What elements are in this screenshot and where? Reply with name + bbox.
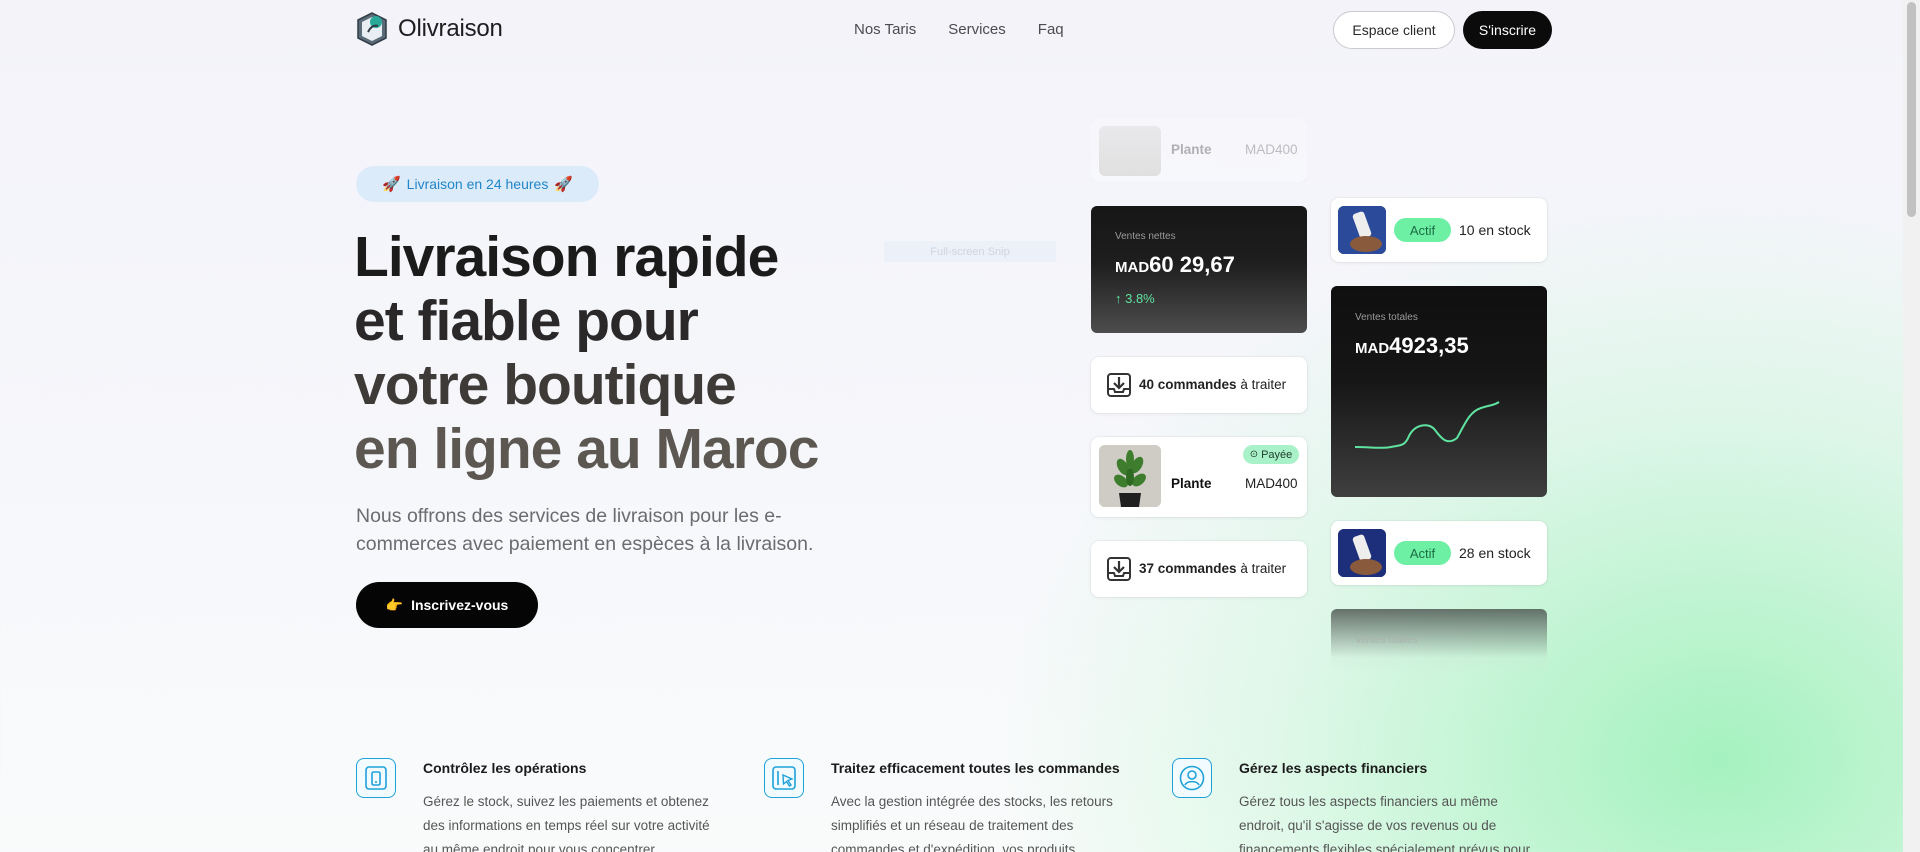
feature-description: Avec la gestion intégrée des stocks, les… — [831, 794, 1113, 852]
status-badge: Actif — [1394, 218, 1451, 242]
rocket-icon: 🚀 — [554, 176, 574, 193]
orders-count: 40 commandes — [1139, 377, 1237, 392]
hero-title-line: votre boutique — [354, 353, 737, 417]
cursor-click-icon — [764, 758, 804, 798]
orders-card[interactable]: 40 commandes à traiter — [1091, 357, 1307, 413]
orders-count: 37 commandes — [1139, 561, 1237, 576]
nav-link-tarifs[interactable]: Nos Taris — [854, 21, 916, 38]
pointing-hand-icon: 👉 — [385, 596, 404, 613]
net-sales-card: Ventes nettes MAD60 29,67 ↑ 3.8% — [1091, 206, 1307, 333]
user-circle-icon — [1172, 758, 1212, 798]
plant-image — [1099, 445, 1161, 507]
hero-title: Livraison rapide et fiable pour votre bo… — [354, 225, 874, 481]
total-sales-label: Ventes totales — [1355, 635, 1418, 646]
register-cta-button[interactable]: 👉 Inscrivez-vous — [356, 582, 538, 628]
client-area-button[interactable]: Espace client — [1333, 11, 1455, 49]
hero-title-line: et fiable pour — [354, 289, 699, 353]
stock-card[interactable]: Actif 10 en stock — [1331, 198, 1547, 262]
nav-link-services[interactable]: Services — [948, 21, 1006, 38]
stock-card[interactable]: Actif 28 en stock — [1331, 521, 1547, 585]
hero-title-line: Livraison rapide — [354, 225, 779, 289]
paid-product-card[interactable]: ⊙ Payée Plante MAD400 — [1091, 437, 1307, 517]
hero-subtitle: Nous offrons des services de livraison p… — [356, 505, 814, 555]
product-image — [1338, 206, 1386, 254]
product-price: MAD400 — [1245, 142, 1298, 157]
product-thumbnail — [1338, 206, 1386, 254]
check-circle-icon: ⊙ — [1249, 449, 1259, 460]
signup-button[interactable]: S'inscrire — [1463, 11, 1552, 49]
orders-card[interactable]: 37 commandes à traiter — [1091, 541, 1307, 597]
logo-icon — [357, 12, 387, 46]
scrollbar-thumb[interactable] — [1907, 2, 1916, 217]
net-sales-amount: MAD60 29,67 — [1115, 252, 1235, 278]
payment-status-badge: ⊙ Payée — [1243, 445, 1299, 464]
product-name: Plante — [1171, 476, 1212, 491]
faded-product-card: Plante MAD400 — [1091, 118, 1307, 182]
net-sales-change: ↑ 3.8% — [1115, 291, 1155, 306]
stock-count: 10 en stock — [1459, 222, 1531, 238]
orders-text: 40 commandes à traiter — [1139, 377, 1286, 392]
page-scrollbar[interactable] — [1903, 0, 1920, 852]
net-sales-label: Ventes nettes — [1115, 231, 1176, 242]
feature-description: Gérez tous les aspects financiers au mêm… — [1239, 794, 1531, 852]
orders-suffix: à traiter — [1240, 377, 1287, 392]
feature-title: Traitez efficacement toutes les commande… — [831, 760, 1120, 776]
total-sales-card: Ventes totales MAD4923,35 — [1331, 286, 1547, 497]
net-sales-value: 60 29,67 — [1149, 252, 1235, 277]
product-name: Plante — [1171, 142, 1212, 157]
feature-title: Gérez les aspects financiers — [1239, 760, 1428, 776]
product-thumbnail — [1338, 529, 1386, 577]
brand-logo[interactable]: Olivraison — [356, 12, 503, 46]
status-badge: Actif — [1394, 541, 1451, 565]
hero-title-line: en ligne au Maroc — [354, 417, 819, 481]
faded-total-sales-card: Ventes totales — [1331, 609, 1547, 674]
plant-thumbnail — [1099, 126, 1161, 176]
net-sales-currency: MAD — [1115, 259, 1150, 276]
badge-label: Livraison en 24 heures — [406, 176, 549, 192]
page: Olivraison Nos Taris Services Faq Espace… — [0, 0, 1903, 852]
product-price: MAD400 — [1245, 476, 1298, 491]
product-image — [1338, 529, 1386, 577]
main-nav: Nos Taris Services Faq — [854, 21, 1064, 38]
snip-overlay-label: Full-screen Snip — [884, 241, 1056, 262]
feature-title: Contrôlez les opérations — [423, 760, 587, 776]
delivery-badge: 🚀 Livraison en 24 heures 🚀 — [356, 166, 599, 202]
nav-link-faq[interactable]: Faq — [1038, 21, 1064, 38]
orders-suffix: à traiter — [1240, 561, 1287, 576]
sales-sparkline — [1354, 401, 1500, 449]
plant-thumbnail — [1099, 445, 1161, 507]
download-tray-icon — [1107, 557, 1131, 581]
rocket-icon: 🚀 — [381, 176, 401, 193]
download-tray-icon — [1107, 373, 1131, 397]
cta-label: Inscrivez-vous — [411, 597, 509, 613]
payment-status-label: Payée — [1261, 448, 1293, 461]
tablet-icon — [356, 758, 396, 798]
stock-count: 28 en stock — [1459, 545, 1531, 561]
feature-description: Gérez le stock, suivez les paiements et … — [423, 794, 710, 852]
brand-name: Olivraison — [398, 15, 503, 42]
orders-text: 37 commandes à traiter — [1139, 561, 1286, 576]
